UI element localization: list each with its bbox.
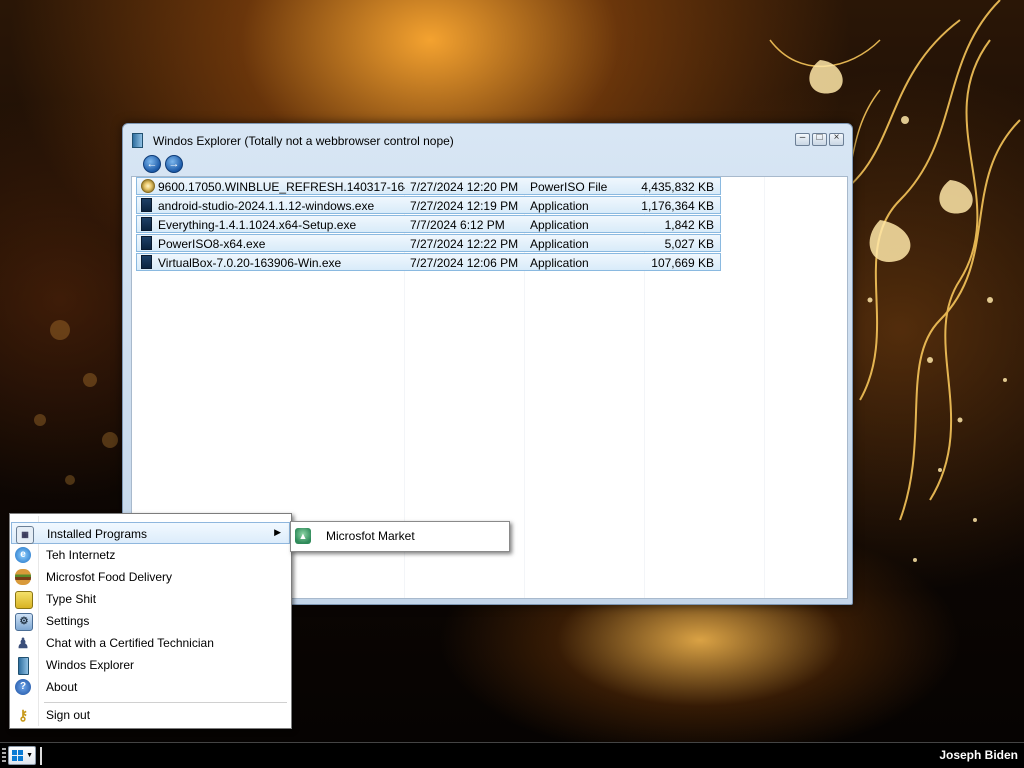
file-name: 9600.17050.WINBLUE_REFRESH.140317-1640..… (158, 180, 405, 194)
file-type: Application (530, 218, 589, 232)
menu-item-food-delivery[interactable]: Microsfot Food Delivery (11, 566, 290, 588)
menu-item-label: Type Shit (46, 592, 97, 606)
menu-item-sign-out[interactable]: ⚷ Sign out (11, 704, 290, 726)
user-name: Joseph Biden (939, 748, 1018, 762)
file-row[interactable]: PowerISO8-x64.exe 7/27/2024 12:22 PM App… (136, 234, 721, 252)
column-divider (764, 177, 765, 598)
file-name: android-studio-2024.1.1.12-windows.exe (158, 199, 375, 213)
menu-item-about[interactable]: ? About (11, 676, 290, 698)
file-name: PowerISO8-x64.exe (158, 237, 266, 251)
close-icon: × (833, 132, 840, 143)
menu-item-label: Teh Internetz (46, 548, 116, 562)
menu-item-label: Microsfot Food Delivery (46, 570, 173, 584)
menu-item-teh-internetz[interactable]: e Teh Internetz (11, 544, 290, 566)
back-button[interactable]: ← (143, 155, 161, 173)
installed-programs-submenu[interactable]: ▲ Microsfot Market (290, 521, 510, 552)
menu-item-label: Installed Programs (47, 527, 148, 541)
minimize-icon: – (799, 132, 806, 143)
close-button[interactable]: × (829, 132, 844, 146)
menu-item-label: Settings (46, 614, 90, 628)
menu-item-type-shit[interactable]: Type Shit (11, 588, 290, 610)
menu-item-installed-programs[interactable]: ▦ Installed Programs ▶ (11, 522, 290, 544)
application-icon (141, 217, 152, 231)
key-icon: ⚷ (17, 707, 29, 723)
window-controls: – □ × (795, 132, 844, 146)
iso-disc-icon (141, 179, 155, 193)
menu-item-label: Chat with a Certified Technician (46, 636, 214, 650)
forward-arrow-icon: → (168, 158, 180, 170)
file-date: 7/7/2024 6:12 PM (410, 218, 505, 232)
explorer-window-icon (132, 133, 143, 148)
explorer-icon (18, 657, 29, 675)
menu-item-label: Windos Explorer (46, 658, 135, 672)
file-type: Application (530, 237, 589, 251)
notepad-icon (15, 591, 33, 609)
market-icon: ▲ (295, 528, 311, 544)
submenu-item-label: Microsfot Market (326, 529, 415, 543)
start-button[interactable]: ▼ (8, 746, 36, 765)
chevron-down-icon: ▼ (26, 752, 33, 759)
file-size: 107,669 KB (651, 256, 714, 270)
file-name: Everything-1.4.1.1024.x64-Setup.exe (158, 218, 357, 232)
application-icon (141, 255, 152, 269)
file-size: 5,027 KB (664, 237, 714, 251)
taskbar-grip[interactable] (2, 748, 6, 764)
burger-icon (15, 569, 31, 585)
technician-icon: ♟ (16, 635, 30, 651)
file-type: Application (530, 256, 589, 270)
maximize-button[interactable]: □ (812, 132, 827, 146)
application-icon (141, 236, 152, 250)
start-menu[interactable]: ▦ Installed Programs ▶ e Teh Internetz M… (9, 513, 292, 729)
file-row[interactable]: android-studio-2024.1.1.12-windows.exe 7… (136, 196, 721, 214)
maximize-icon: □ (816, 132, 823, 143)
minimize-button[interactable]: – (795, 132, 810, 146)
title-bar[interactable]: Windos Explorer (Totally not a webbrowse… (123, 124, 852, 152)
menu-item-label: Sign out (46, 708, 91, 722)
navigation-toolbar: ← → (131, 154, 844, 174)
menu-item-chat-technician[interactable]: ♟ Chat with a Certified Technician (11, 632, 290, 654)
settings-icon: ⚙ (15, 613, 33, 631)
taskbar-separator (40, 747, 42, 765)
file-date: 7/27/2024 12:22 PM (410, 237, 519, 251)
help-icon: ? (15, 679, 31, 695)
file-size: 4,435,832 KB (641, 180, 714, 194)
menu-item-windos-explorer[interactable]: Windos Explorer (11, 654, 290, 676)
back-arrow-icon: ← (146, 158, 158, 170)
file-type: Application (530, 199, 589, 213)
windows-logo-icon (12, 750, 24, 762)
menu-item-label: About (46, 680, 78, 694)
file-name: VirtualBox-7.0.20-163906-Win.exe (158, 256, 342, 270)
forward-button[interactable]: → (165, 155, 183, 173)
file-date: 7/27/2024 12:20 PM (410, 180, 519, 194)
submenu-arrow-icon: ▶ (274, 527, 281, 537)
file-size: 1,842 KB (664, 218, 714, 232)
application-icon (141, 198, 152, 212)
file-date: 7/27/2024 12:19 PM (410, 199, 519, 213)
file-size: 1,176,364 KB (641, 199, 714, 213)
file-row[interactable]: Everything-1.4.1.1024.x64-Setup.exe 7/7/… (136, 215, 721, 233)
menu-separator (44, 702, 287, 703)
menu-item-settings[interactable]: ⚙ Settings (11, 610, 290, 632)
internet-explorer-icon: e (15, 547, 31, 563)
file-row[interactable]: 9600.17050.WINBLUE_REFRESH.140317-1640..… (136, 177, 721, 195)
window-title: Windos Explorer (Totally not a webbrowse… (153, 134, 454, 148)
installed-programs-icon: ▦ (16, 526, 34, 544)
file-date: 7/27/2024 12:06 PM (410, 256, 519, 270)
file-type: PowerISO File (530, 180, 608, 194)
taskbar: ▼ Joseph Biden (0, 742, 1024, 768)
file-row[interactable]: VirtualBox-7.0.20-163906-Win.exe 7/27/20… (136, 253, 721, 271)
